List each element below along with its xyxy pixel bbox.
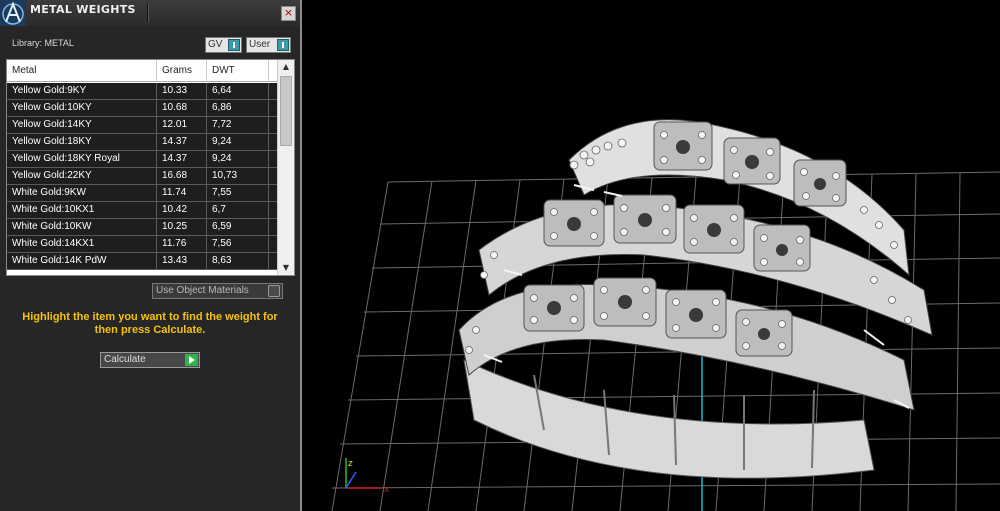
calculate-button[interactable]: Calculate: [100, 352, 200, 368]
metal-table[interactable]: Metal Grams DWT Yellow Gold:9KY 10.33 6,…: [6, 59, 295, 276]
library-label: Library: METAL: [12, 38, 74, 48]
metal-cell: Yellow Gold:14KY: [7, 117, 157, 133]
grams-cell: 12.01: [157, 117, 207, 133]
metal-cell: White Gold:9KW: [7, 185, 157, 201]
dwt-cell: 6,86: [207, 100, 269, 116]
close-icon[interactable]: ×: [281, 6, 296, 21]
gv-toggle[interactable]: GV: [205, 37, 242, 53]
metal-cell: Yellow Gold:22KY: [7, 168, 157, 184]
checkbox-icon: [268, 285, 280, 297]
metal-weights-panel: METAL WEIGHTS × Library: METAL GV User M…: [0, 0, 302, 511]
app-logo-icon: [0, 0, 26, 26]
grams-cell: 13.43: [157, 253, 207, 269]
metal-cell: White Gold:10KW: [7, 219, 157, 235]
chevron-down-icon[interactable]: ▼: [278, 261, 294, 275]
axis-gizmo-icon: x z: [345, 458, 390, 495]
metal-cell: Yellow Gold:9KY: [7, 83, 157, 99]
column-header-dwt[interactable]: DWT: [207, 60, 269, 82]
grams-cell: 14.37: [157, 151, 207, 167]
panel-title: METAL WEIGHTS: [30, 3, 136, 16]
panel-titlebar[interactable]: METAL WEIGHTS ×: [0, 0, 300, 26]
scrollbar-thumb[interactable]: [280, 76, 292, 146]
dwt-cell: 10,73: [207, 168, 269, 184]
grams-cell: 10.42: [157, 202, 207, 218]
gv-toggle-label: GV: [208, 39, 223, 50]
table-row[interactable]: White Gold:10KW 10.25 6,59: [7, 219, 277, 236]
grams-cell: 10.33: [157, 83, 207, 99]
table-scrollbar[interactable]: ▲ ▼: [277, 60, 294, 275]
metal-cell: White Gold:14KX1: [7, 236, 157, 252]
metal-cell: Yellow Gold:18KY: [7, 134, 157, 150]
dwt-cell: 7,56: [207, 236, 269, 252]
table-row[interactable]: White Gold:10KX1 10.42 6,7: [7, 202, 277, 219]
table-row[interactable]: Yellow Gold:18KY Royal 14.37 9,24: [7, 151, 277, 168]
dwt-cell: 9,24: [207, 134, 269, 150]
grams-cell: 11.76: [157, 236, 207, 252]
toggle-indicator-icon: [277, 39, 289, 51]
table-header: Metal Grams DWT: [7, 60, 277, 82]
instruction-text: Highlight the item you want to find the …: [22, 311, 278, 336]
use-object-materials-toggle[interactable]: Use Object Materials: [152, 283, 283, 299]
metal-cell: White Gold:10KX1: [7, 202, 157, 218]
dwt-cell: 9,24: [207, 151, 269, 167]
user-toggle[interactable]: User: [246, 37, 291, 53]
column-header-metal[interactable]: Metal: [7, 60, 157, 82]
viewport-canvas: x z: [331, 119, 1000, 511]
3d-viewport[interactable]: x z: [304, 0, 1000, 511]
table-row[interactable]: Yellow Gold:9KY 10.33 6,64: [7, 83, 277, 100]
table-row[interactable]: White Gold:14K PdW 13.43 8,63: [7, 253, 277, 270]
column-header-grams[interactable]: Grams: [157, 60, 207, 82]
table-body: Yellow Gold:9KY 10.33 6,64 Yellow Gold:1…: [7, 83, 277, 270]
dwt-cell: 7,55: [207, 185, 269, 201]
dwt-cell: 7,72: [207, 117, 269, 133]
table-row[interactable]: Yellow Gold:22KY 16.68 10,73: [7, 168, 277, 185]
dwt-cell: 6,64: [207, 83, 269, 99]
grams-cell: 11.74: [157, 185, 207, 201]
table-row[interactable]: White Gold:14KX1 11.76 7,56: [7, 236, 277, 253]
app-root: METAL WEIGHTS × Library: METAL GV User M…: [0, 0, 1000, 511]
metal-cell: White Gold:14K PdW: [7, 253, 157, 269]
grams-cell: 10.68: [157, 100, 207, 116]
calculate-label: Calculate: [104, 354, 146, 365]
play-icon: [185, 354, 198, 366]
toggle-indicator-icon: [228, 39, 240, 51]
metal-cell: Yellow Gold:10KY: [7, 100, 157, 116]
grams-cell: 10.25: [157, 219, 207, 235]
svg-text:x: x: [384, 485, 390, 495]
svg-text:z: z: [348, 459, 353, 469]
grams-cell: 16.68: [157, 168, 207, 184]
dwt-cell: 6,59: [207, 219, 269, 235]
user-toggle-label: User: [249, 39, 271, 50]
chevron-up-icon[interactable]: ▲: [278, 60, 294, 74]
ring-model: [458, 119, 933, 479]
dwt-cell: 6,7: [207, 202, 269, 218]
use-object-materials-label: Use Object Materials: [156, 285, 249, 296]
table-row[interactable]: White Gold:9KW 11.74 7,55: [7, 185, 277, 202]
metal-cell: Yellow Gold:18KY Royal: [7, 151, 157, 167]
table-row[interactable]: Yellow Gold:14KY 12.01 7,72: [7, 117, 277, 134]
grams-cell: 14.37: [157, 134, 207, 150]
table-row[interactable]: Yellow Gold:10KY 10.68 6,86: [7, 100, 277, 117]
dwt-cell: 8,63: [207, 253, 269, 269]
table-row[interactable]: Yellow Gold:18KY 14.37 9,24: [7, 134, 277, 151]
titlebar-divider: [147, 4, 149, 22]
